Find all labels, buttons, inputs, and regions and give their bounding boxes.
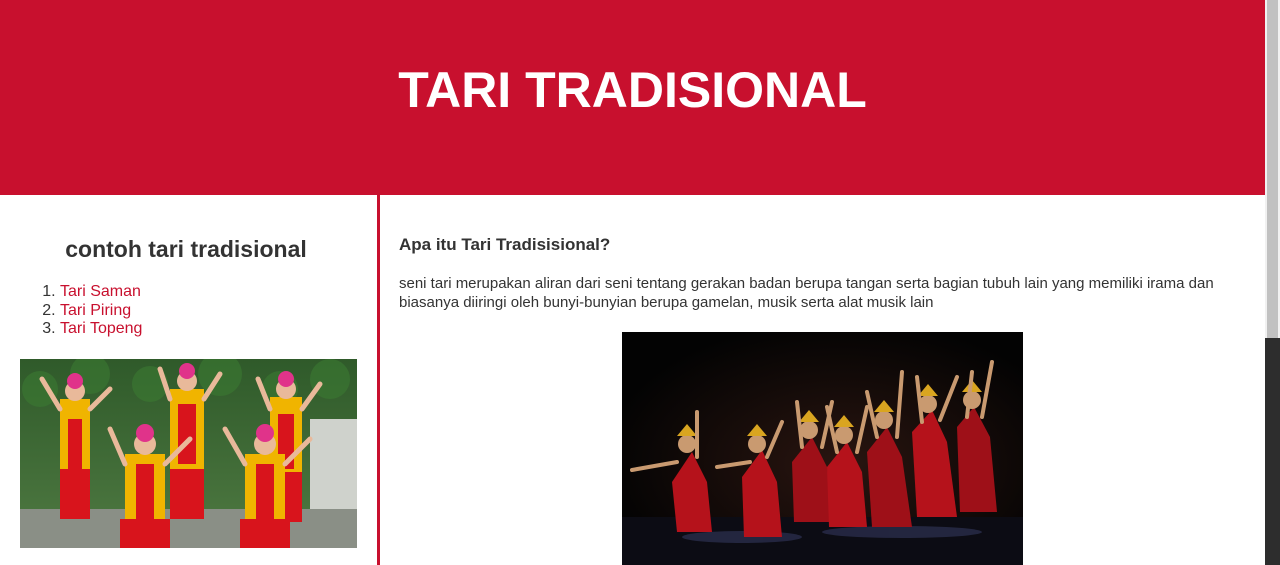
sidebar: contoh tari tradisional Tari Saman Tari … xyxy=(0,195,377,565)
dancers-group-image xyxy=(20,359,357,548)
page: TARI TRADISIONAL contoh tari tradisional… xyxy=(0,0,1280,565)
dance-list: Tari Saman Tari Piring Tari Topeng xyxy=(0,283,142,339)
link-tari-topeng[interactable]: Tari Topeng xyxy=(60,320,142,337)
scrollbar-thumb[interactable] xyxy=(1267,0,1278,338)
browser-viewport: TARI TRADISIONAL contoh tari tradisional… xyxy=(0,0,1265,565)
list-item: Tari Saman xyxy=(60,283,142,302)
link-tari-saman[interactable]: Tari Saman xyxy=(60,283,141,300)
sidebar-heading: contoh tari tradisional xyxy=(65,236,307,262)
list-item: Tari Topeng xyxy=(60,320,142,339)
list-item: Tari Piring xyxy=(60,302,142,321)
scrollbar-track-lower[interactable] xyxy=(1265,338,1280,565)
sidebar-dancers-photo xyxy=(20,359,357,548)
link-tari-piring[interactable]: Tari Piring xyxy=(60,302,131,319)
article-heading: Apa itu Tari Tradisisional? xyxy=(399,235,611,254)
main-content: Apa itu Tari Tradisisional? seni tari me… xyxy=(380,195,1265,565)
article-paragraph: seni tari merupakan aliran dari seni ten… xyxy=(399,275,1214,311)
main-dancers-photo xyxy=(622,332,1023,565)
site-header: TARI TRADISIONAL xyxy=(0,0,1265,195)
site-title: TARI TRADISIONAL xyxy=(398,62,867,118)
stage-performance-image xyxy=(622,332,1023,565)
